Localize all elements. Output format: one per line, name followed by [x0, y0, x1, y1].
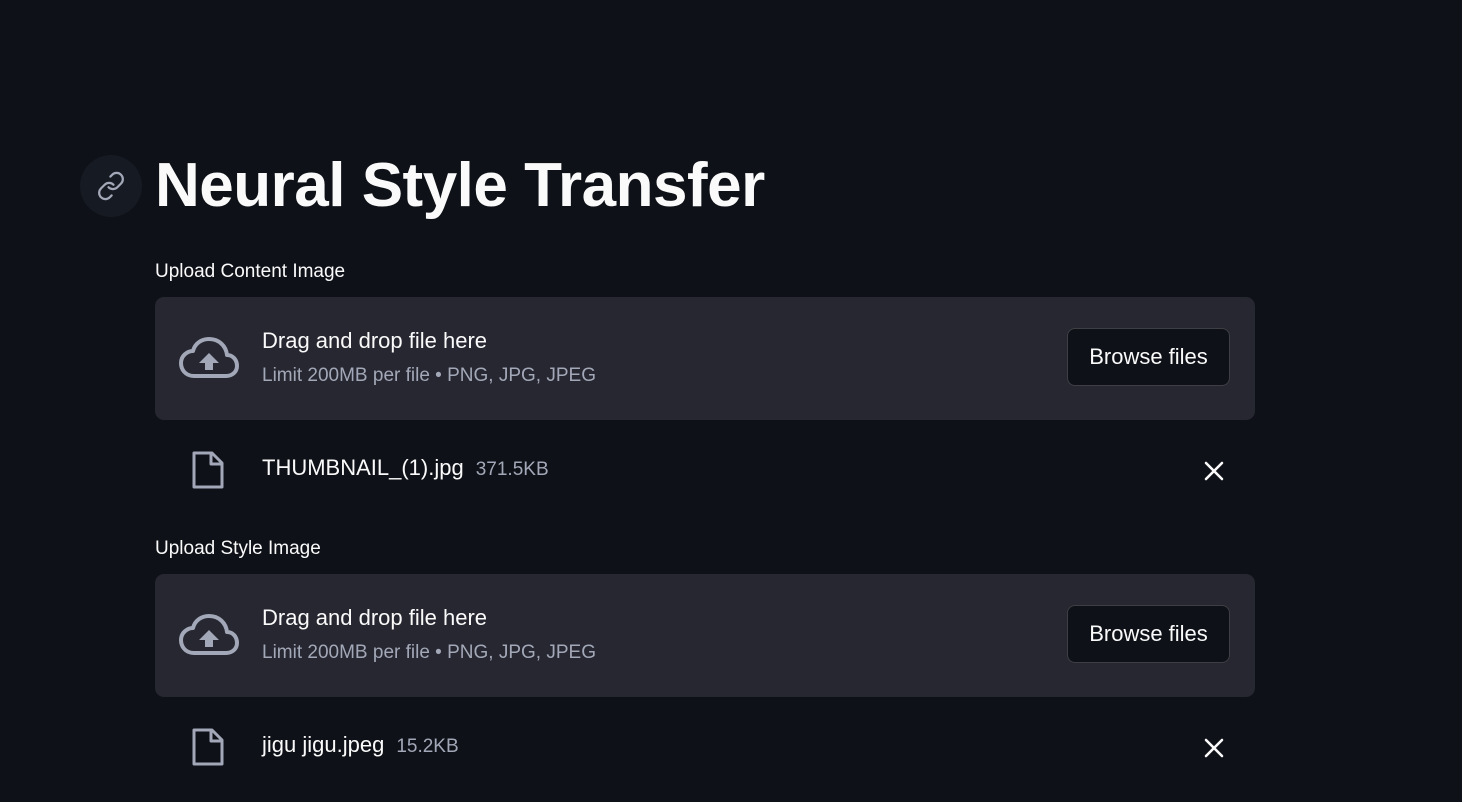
file-icon — [192, 451, 224, 489]
close-icon[interactable] — [1199, 456, 1229, 486]
file-name-wrap: THUMBNAIL_(1).jpg 371.5KB — [262, 452, 549, 486]
cloud-upload-icon — [179, 614, 239, 655]
uploaded-file-row: jigu jigu.jpeg 15.2KB — [155, 697, 1255, 793]
dropzone[interactable]: Drag and drop file here Limit 200MB per … — [155, 297, 1255, 420]
dropzone-limits: Limit 200MB per file • PNG, JPG, JPEG — [262, 365, 596, 386]
file-name: THUMBNAIL_(1).jpg — [262, 455, 464, 480]
browse-files-button[interactable]: Browse files — [1067, 328, 1230, 386]
style-image-uploader: Upload Style Image Drag and drop file he… — [155, 536, 1255, 793]
title-row: Neural Style Transfer — [80, 150, 765, 222]
link-icon[interactable] — [80, 155, 142, 217]
dropzone-limits: Limit 200MB per file • PNG, JPG, JPEG — [262, 642, 596, 663]
dropzone-text: Drag and drop file here — [262, 328, 488, 353]
close-icon[interactable] — [1199, 733, 1229, 763]
uploaded-file-row: THUMBNAIL_(1).jpg 371.5KB — [155, 420, 1255, 516]
upload-label: Upload Content Image — [155, 261, 346, 282]
dropzone-instructions: Drag and drop file here Limit 200MB per … — [262, 325, 596, 389]
dropzone[interactable]: Drag and drop file here Limit 200MB per … — [155, 574, 1255, 697]
file-name: jigu jigu.jpeg — [262, 732, 385, 757]
page-title: Neural Style Transfer — [155, 151, 765, 220]
dropzone-text: Drag and drop file here — [262, 605, 488, 630]
app-page: Neural Style Transfer Upload Content Ima… — [0, 0, 1462, 802]
file-size: 371.5KB — [475, 459, 549, 480]
content-image-uploader: Upload Content Image Drag and drop file … — [155, 259, 1255, 516]
file-name-wrap: jigu jigu.jpeg 15.2KB — [262, 729, 459, 763]
file-size: 15.2KB — [396, 736, 459, 757]
dropzone-instructions: Drag and drop file here Limit 200MB per … — [262, 602, 596, 666]
cloud-upload-icon — [179, 337, 239, 378]
file-icon — [192, 728, 224, 766]
upload-label: Upload Style Image — [155, 538, 321, 559]
browse-files-button[interactable]: Browse files — [1067, 605, 1230, 663]
